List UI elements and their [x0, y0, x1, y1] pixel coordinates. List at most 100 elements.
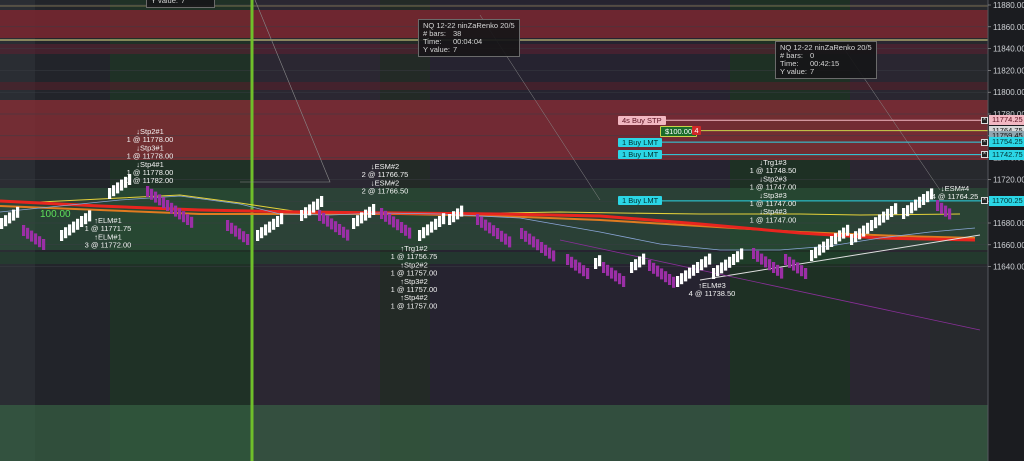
renko-brick — [728, 256, 732, 268]
renko-brick — [166, 200, 170, 211]
renko-brick — [756, 250, 760, 262]
renko-brick — [810, 250, 814, 261]
position-quantity[interactable]: 4 — [692, 125, 701, 135]
renko-brick — [780, 267, 784, 279]
renko-brick — [400, 222, 404, 233]
renko-brick — [364, 209, 368, 221]
renko-brick — [42, 239, 46, 250]
resistance-zone — [0, 82, 988, 90]
renko-brick — [800, 265, 804, 277]
renko-brick — [448, 214, 452, 225]
renko-brick — [732, 254, 736, 265]
renko-brick — [242, 231, 246, 243]
renko-brick — [268, 221, 272, 233]
renko-brick — [12, 209, 16, 221]
renko-brick — [752, 248, 756, 259]
renko-brick — [480, 216, 484, 228]
price-tag: 11742.75 — [989, 149, 1024, 160]
price-tag: 11774.25 — [989, 115, 1024, 126]
renko-brick — [226, 220, 230, 231]
renko-brick — [814, 247, 818, 259]
renko-brick — [418, 230, 422, 241]
trade-annotation: 4 @ 11764.25 — [932, 192, 979, 201]
renko-brick — [72, 221, 76, 233]
cancel-order-icon[interactable]: × — [981, 116, 988, 124]
renko-brick — [234, 225, 238, 237]
renko-brick — [598, 255, 602, 267]
price-tick-label: 11660.00 — [993, 241, 1024, 250]
buy-limit-order[interactable]: 1 Buy LMT — [618, 137, 663, 147]
position-label: 100.00 — [40, 209, 71, 220]
cancel-order-icon[interactable]: × — [981, 138, 988, 146]
renko-brick — [652, 262, 656, 274]
renko-brick — [326, 215, 330, 227]
renko-brick — [352, 218, 356, 229]
renko-brick — [256, 230, 260, 241]
renko-brick — [452, 211, 456, 223]
price-tag: 11700.25 — [989, 195, 1024, 206]
renko-brick — [776, 264, 780, 276]
renko-brick — [272, 218, 276, 230]
renko-brick — [910, 202, 914, 214]
support-zone — [0, 405, 988, 461]
renko-brick — [380, 208, 384, 219]
renko-brick — [610, 267, 614, 279]
buy-stop-order[interactable]: 4s Buy STP — [618, 115, 666, 125]
renko-brick — [30, 230, 34, 242]
renko-brick — [150, 188, 154, 200]
renko-brick — [768, 259, 772, 271]
renko-brick — [566, 254, 570, 265]
renko-brick — [834, 233, 838, 245]
trade-annotation: 4 @ 11738.50 — [689, 289, 736, 298]
renko-brick — [676, 276, 680, 287]
renko-brick — [822, 241, 826, 253]
trade-annotation: 1 @ 11782.00 — [127, 176, 174, 185]
renko-brick — [88, 210, 92, 222]
renko-brick — [64, 227, 68, 239]
renko-brick — [548, 247, 552, 259]
renko-brick — [182, 211, 186, 223]
cancel-order-icon[interactable]: × — [981, 197, 988, 205]
bar-info-tooltip: Time:00:42:24Y value:7 — [146, 0, 216, 8]
renko-brick — [162, 197, 166, 209]
renko-brick — [890, 206, 894, 217]
renko-brick — [922, 194, 926, 205]
renko-brick — [540, 242, 544, 253]
renko-brick — [76, 218, 80, 230]
renko-brick — [504, 233, 508, 245]
renko-brick — [940, 202, 944, 214]
renko-brick — [304, 207, 308, 219]
renko-brick — [594, 258, 598, 269]
renko-brick — [708, 253, 712, 265]
renko-brick — [630, 262, 634, 273]
renko-brick — [300, 210, 304, 221]
renko-brick — [944, 205, 948, 217]
renko-brick — [614, 270, 618, 282]
renko-brick — [622, 276, 626, 287]
renko-brick — [642, 253, 646, 265]
price-tick-label: 11860.00 — [993, 23, 1024, 32]
renko-brick — [696, 262, 700, 273]
renko-brick — [320, 196, 324, 207]
renko-brick — [838, 230, 842, 242]
price-tick-label: 11880.00 — [993, 1, 1024, 10]
renko-brick — [784, 254, 788, 265]
renko-brick — [926, 191, 930, 203]
renko-brick — [618, 273, 622, 285]
cancel-order-icon[interactable]: × — [981, 151, 988, 159]
renko-brick — [260, 227, 264, 239]
renko-brick — [886, 208, 890, 220]
buy-limit-order[interactable]: 1 Buy LMT — [618, 196, 663, 206]
chart-window[interactable]: ↓Stp2#1 1 @ 11778.00 ↓Stp3#1 1 @ 11778.00 ↓S… — [0, 0, 1024, 461]
buy-limit-order[interactable]: 1 Buy LMT — [618, 150, 663, 160]
renko-brick — [430, 221, 434, 233]
renko-brick — [552, 250, 556, 262]
renko-brick — [712, 268, 716, 279]
renko-brick — [116, 182, 120, 194]
renko-brick — [246, 234, 250, 245]
renko-brick — [476, 214, 480, 225]
renko-brick — [178, 208, 182, 220]
renko-brick — [870, 220, 874, 231]
renko-brick — [230, 222, 234, 234]
renko-brick — [894, 203, 898, 215]
